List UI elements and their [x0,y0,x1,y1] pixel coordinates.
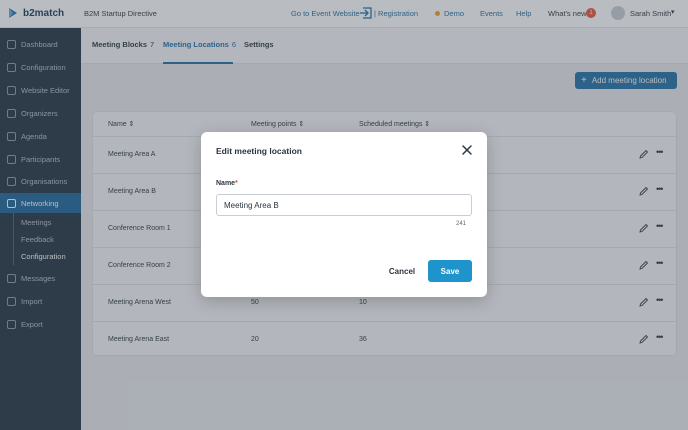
field-label-text: Name [216,180,236,187]
dialog-title: Edit meeting location [216,146,302,156]
cancel-button[interactable]: Cancel [382,260,422,282]
edit-location-dialog: Edit meeting location Name* 241 Cancel S… [201,132,487,297]
name-field-label: Name* [216,180,238,187]
character-count: 241 [456,221,467,227]
location-name-input[interactable] [216,194,472,216]
required-mark: * [235,180,238,187]
save-button[interactable]: Save [428,260,472,282]
close-icon[interactable] [461,144,473,156]
